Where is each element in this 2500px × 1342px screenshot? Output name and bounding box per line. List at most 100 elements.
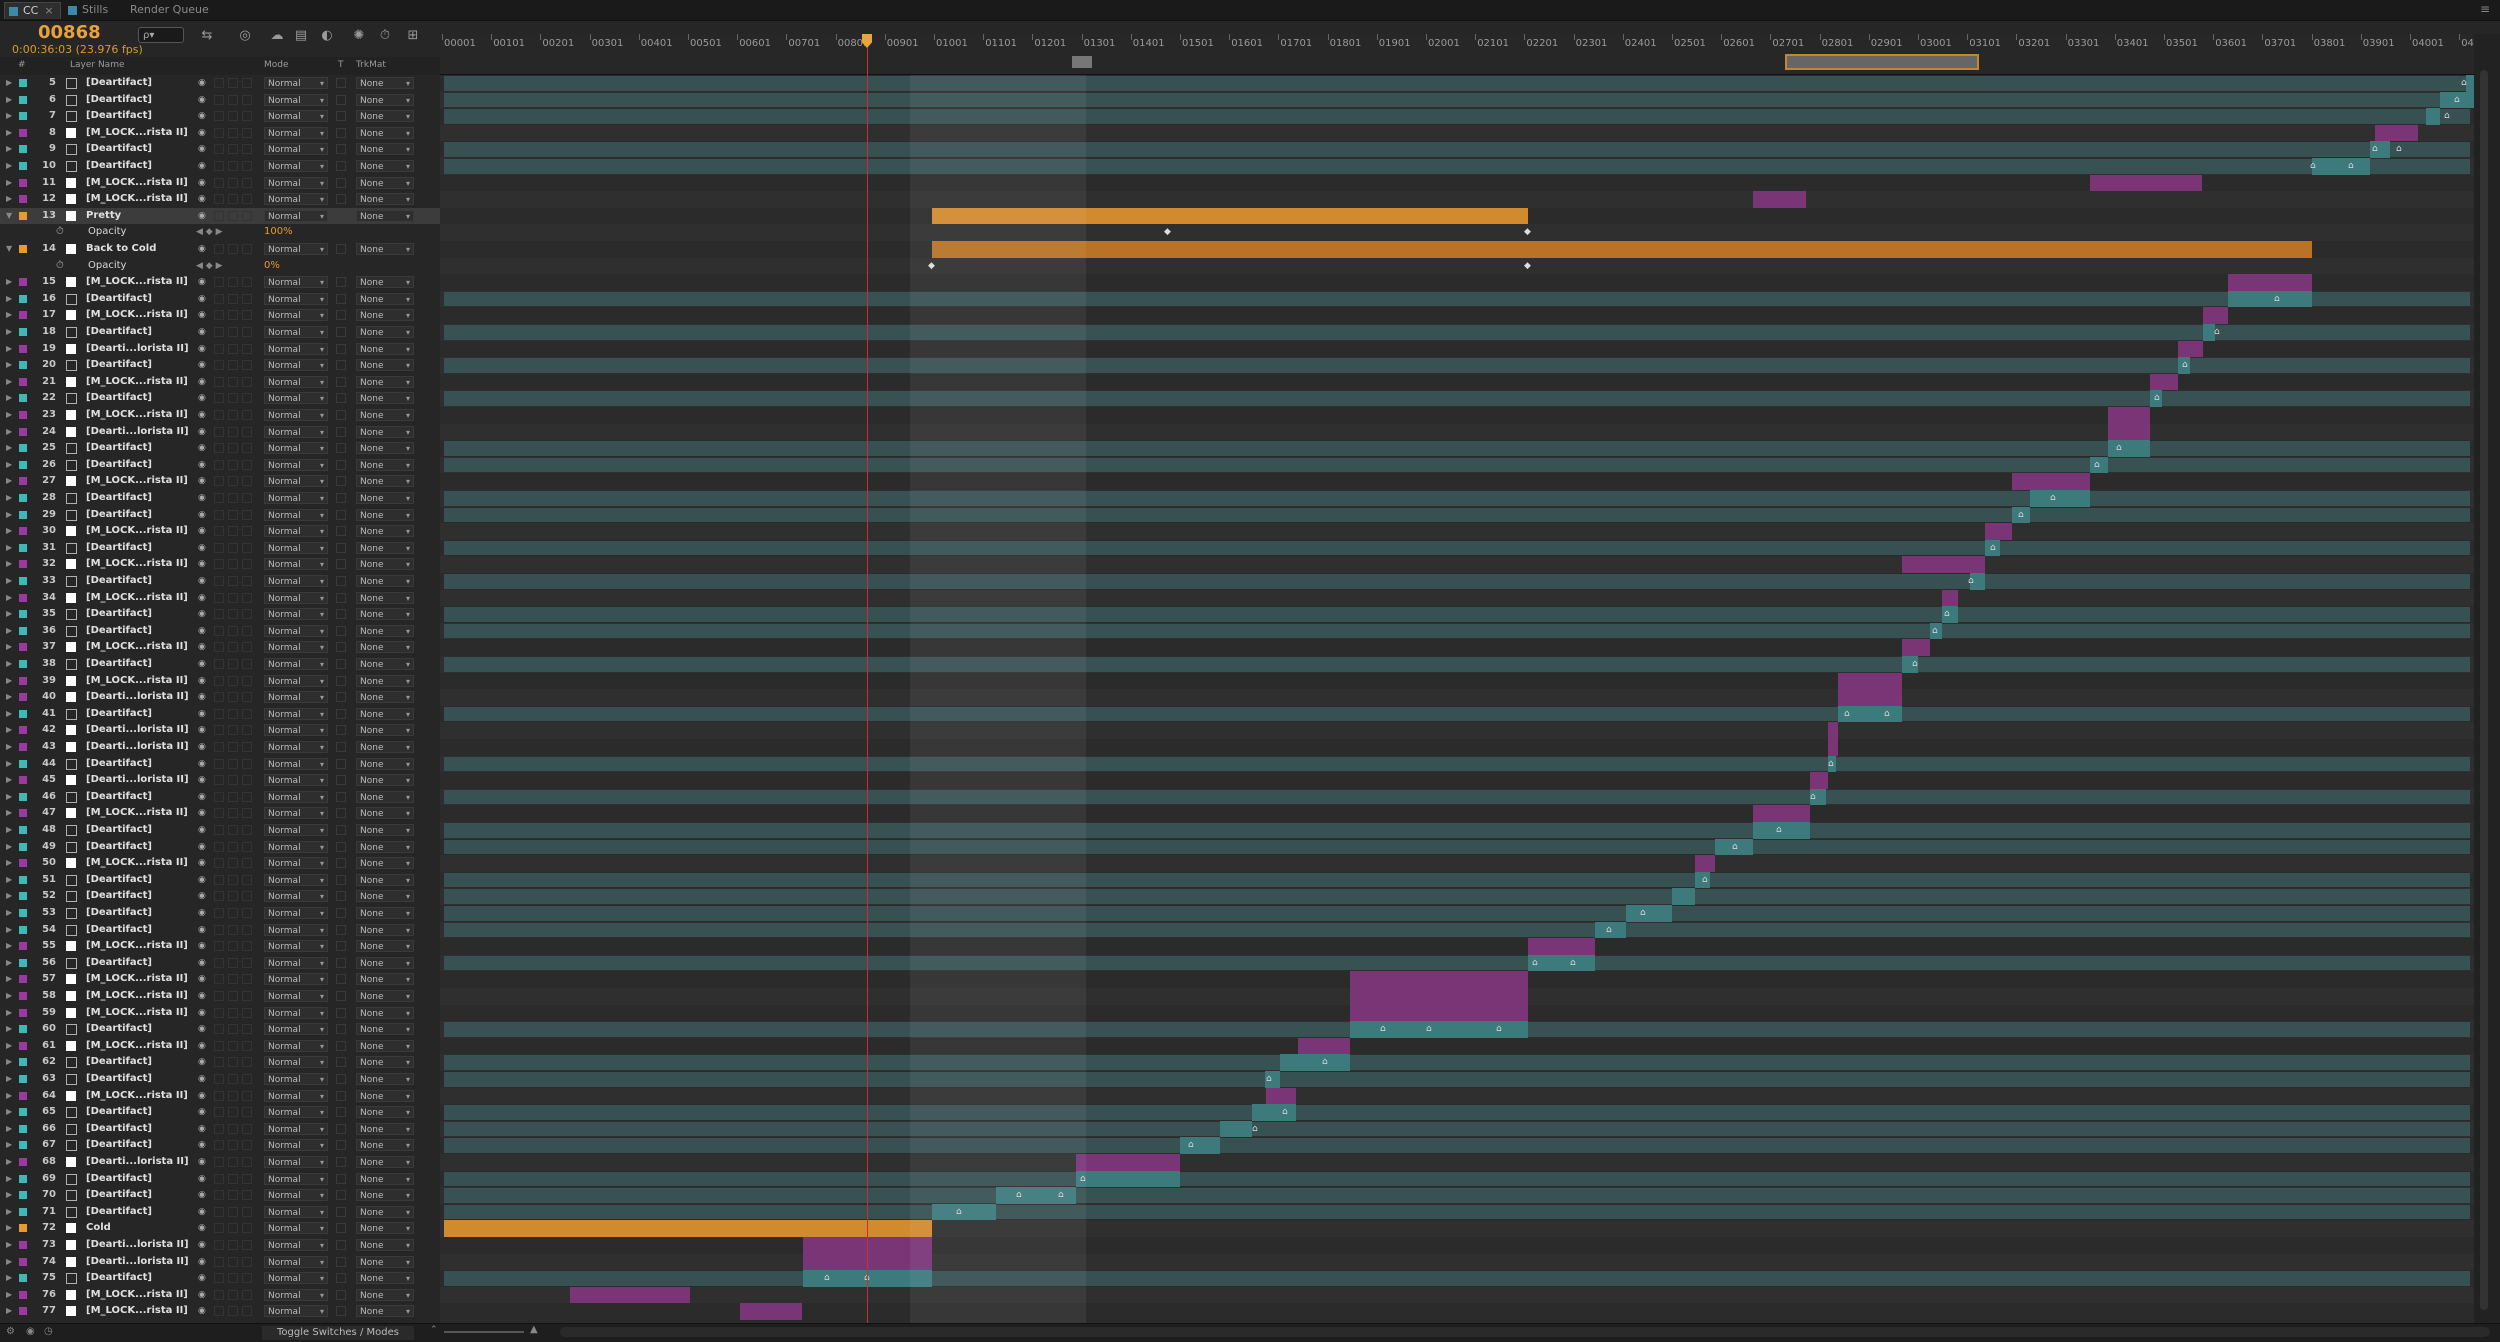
layer-duration-bar[interactable] [1672, 888, 1695, 905]
label-color-swatch[interactable] [19, 1075, 27, 1083]
layer-row[interactable]: ▶ 38 [Deartifact]◉ Normal None [0, 656, 440, 673]
preserve-transparency-checkbox[interactable] [336, 1306, 346, 1317]
audio-switch[interactable] [214, 194, 224, 205]
blend-mode-select[interactable]: Normal [264, 1106, 328, 1119]
audio-switch[interactable] [214, 111, 224, 122]
preserve-transparency-checkbox[interactable] [336, 1206, 346, 1217]
audio-switch[interactable] [214, 277, 224, 288]
solo-switch[interactable] [228, 625, 238, 636]
blend-mode-select[interactable]: Normal [264, 873, 328, 887]
audio-switch[interactable] [214, 675, 224, 686]
track-matte-select[interactable]: None [356, 492, 414, 505]
audio-switch[interactable] [214, 924, 224, 935]
expand-triangle-icon[interactable]: ▶ [6, 158, 12, 174]
current-time-indicator[interactable] [867, 34, 868, 1324]
blend-mode-select[interactable]: Normal [264, 1089, 328, 1103]
layer-row[interactable]: ▶ 70 [Deartifact]◉ Normal None [0, 1187, 440, 1204]
layer-name[interactable]: [Deartifact] [86, 1021, 196, 1037]
layer-name[interactable]: [Deartifact] [86, 390, 196, 406]
lock-switch[interactable] [242, 310, 252, 321]
track-matte-select[interactable]: None [356, 1106, 414, 1119]
track-matte-select[interactable]: None [356, 1139, 414, 1152]
layer-name[interactable]: [Dearti...lorista II] [86, 1237, 196, 1253]
layer-row[interactable]: ▶ 68 [Dearti...lorista II]◉ Normal None [0, 1154, 440, 1171]
timeline-track[interactable] [440, 473, 2474, 490]
layer-name[interactable]: [Deartifact] [86, 1204, 196, 1220]
lock-switch[interactable] [242, 1240, 252, 1250]
solo-switch[interactable] [228, 1273, 238, 1284]
layer-row[interactable]: ▶ 11 [M_LOCK...rista II]◉ Normal None [0, 175, 440, 192]
layer-name[interactable]: [Deartifact] [86, 1171, 196, 1187]
blend-mode-select[interactable]: Normal [264, 442, 328, 455]
layer-name[interactable]: [Deartifact] [86, 1121, 196, 1137]
layer-row[interactable]: ▶ 36 [Deartifact]◉ Normal None [0, 623, 440, 640]
track-matte-select[interactable]: None [356, 956, 414, 970]
visibility-eye-icon[interactable]: ◉ [198, 673, 206, 689]
layer-duration-bar[interactable] [1942, 589, 1958, 607]
label-color-swatch[interactable] [19, 1174, 27, 1183]
solo-switch[interactable] [228, 327, 238, 337]
layer-row[interactable]: ▶ 51 [Deartifact]◉ Normal None [0, 872, 440, 889]
audio-switch[interactable] [214, 410, 224, 420]
label-color-swatch[interactable] [19, 1141, 27, 1150]
label-color-swatch[interactable] [19, 361, 27, 370]
audio-switch[interactable] [214, 542, 224, 553]
comp-mini-flowchart-icon[interactable]: ⇆ [198, 27, 216, 45]
track-matte-select[interactable]: None [356, 93, 414, 107]
track-matte-select[interactable]: None [356, 458, 414, 472]
visibility-eye-icon[interactable]: ◉ [198, 473, 206, 489]
solo-switch[interactable] [228, 111, 238, 122]
tab-render-queue[interactable]: Render Queue [120, 2, 215, 18]
layer-row[interactable]: ▶ 72 Cold◉ Normal None [0, 1220, 440, 1237]
lock-switch[interactable] [242, 1074, 252, 1084]
comp-settings-icon[interactable]: ⚙ [6, 1326, 18, 1338]
blend-mode-select[interactable]: Normal [264, 1156, 328, 1169]
layer-row[interactable]: ▶ 7 [Deartifact]◉ Normal None [0, 108, 440, 125]
label-color-swatch[interactable] [19, 693, 27, 702]
timeline-track[interactable]: ⌂ [440, 1120, 2474, 1138]
expand-triangle-icon[interactable]: ▶ [6, 1287, 12, 1303]
label-color-swatch[interactable] [19, 875, 27, 884]
label-color-swatch[interactable] [19, 1274, 27, 1283]
timeline-track[interactable] [440, 274, 2474, 291]
label-color-swatch[interactable] [19, 477, 27, 486]
preserve-transparency-checkbox[interactable] [336, 1223, 346, 1234]
lock-switch[interactable] [242, 725, 252, 736]
timeline-track[interactable]: ⌂ [440, 539, 2474, 557]
track-matte-select[interactable]: None [356, 1056, 414, 1069]
expand-triangle-icon[interactable]: ▶ [6, 689, 12, 705]
layer-duration-bar[interactable] [1350, 988, 1528, 1005]
visibility-eye-icon[interactable]: ◉ [198, 175, 206, 191]
label-color-swatch[interactable] [19, 610, 27, 619]
vertical-scrollbar-thumb[interactable] [2480, 70, 2488, 1310]
solo-switch[interactable] [228, 244, 238, 254]
blend-mode-select[interactable]: Normal [264, 741, 328, 754]
time-ruler[interactable]: 00001 00101 00201 00301 00401 00501 00601 00701… [440, 34, 2493, 75]
keyframe-marker[interactable]: ⌂ [1640, 909, 1648, 918]
label-color-swatch[interactable] [19, 1108, 27, 1117]
track-matte-select[interactable]: None [356, 591, 414, 605]
audio-switch[interactable] [214, 493, 224, 503]
layer-row[interactable]: ▶ 20 [Deartifact]◉ Normal None [0, 357, 440, 374]
blend-mode-select[interactable]: Normal [264, 807, 328, 820]
preserve-transparency-checkbox[interactable] [336, 459, 346, 470]
solo-switch[interactable] [228, 825, 238, 835]
lock-switch[interactable] [242, 509, 252, 520]
audio-switch[interactable] [214, 1306, 224, 1317]
blend-mode-select[interactable]: Normal [264, 1172, 328, 1186]
preserve-transparency-checkbox[interactable] [336, 1057, 346, 1068]
lock-switch[interactable] [242, 1173, 252, 1184]
preserve-transparency-checkbox[interactable] [336, 941, 346, 952]
blend-mode-select[interactable]: Normal [264, 1039, 328, 1053]
track-matte-select[interactable]: None [356, 1039, 414, 1053]
timeline-track[interactable]: ⌂ [440, 838, 2474, 856]
layer-name[interactable]: [Deartifact] [86, 1071, 196, 1087]
layer-row[interactable]: ▶ 50 [M_LOCK...rista II]◉ Normal None [0, 855, 440, 872]
tab-cc[interactable]: CC × [4, 2, 61, 19]
solo-switch[interactable] [228, 1190, 238, 1201]
layer-name[interactable]: [Deartifact] [86, 291, 196, 307]
property-track[interactable]: ◆ ◆ [440, 224, 2474, 241]
track-matte-select[interactable]: None [356, 641, 414, 654]
visibility-eye-icon[interactable]: ◉ [198, 208, 206, 224]
preserve-transparency-checkbox[interactable] [336, 791, 346, 802]
